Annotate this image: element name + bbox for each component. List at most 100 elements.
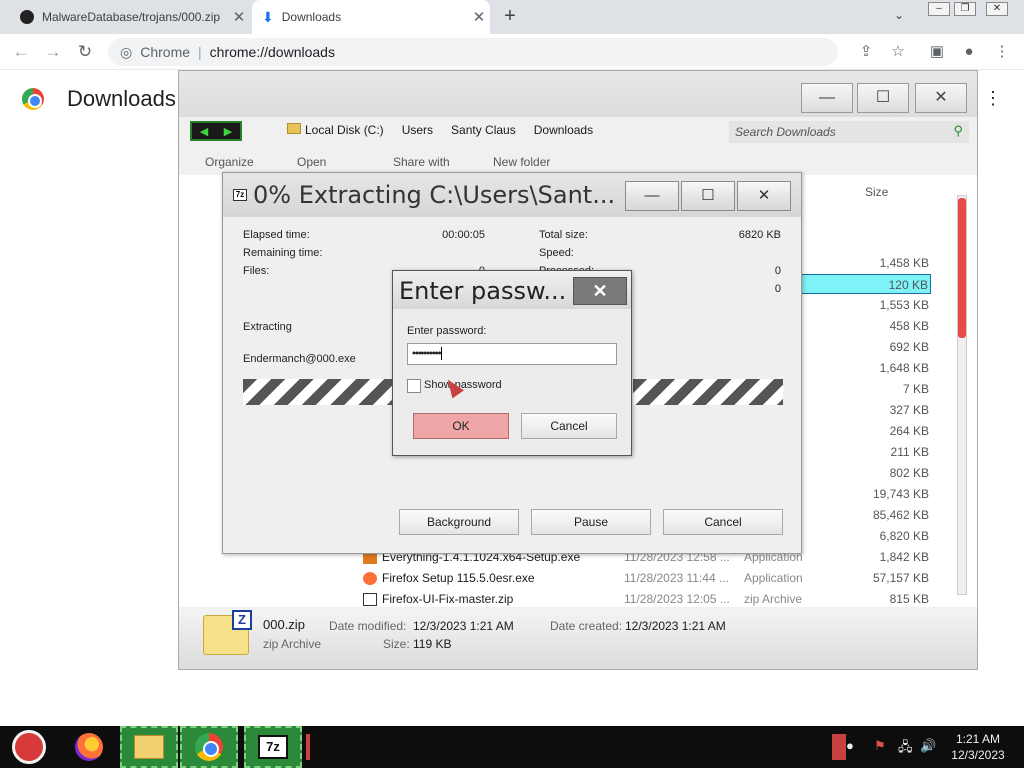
window-title: 0% Extracting C:\Users\Sant... [253, 181, 616, 209]
size-column-header[interactable]: Size [865, 185, 888, 199]
folder-icon [287, 123, 301, 134]
breadcrumb[interactable]: Local Disk (C:) Users Santy Claus Downlo… [287, 123, 593, 137]
close-icon[interactable]: ✕ [915, 83, 967, 113]
file-row[interactable]: Firefox Setup 115.5.0esr.exe [363, 568, 535, 588]
breadcrumb-item[interactable]: Downloads [534, 123, 593, 137]
system-clock[interactable]: 1:21 AM 12/3/2023 [940, 731, 1016, 763]
breadcrumb-item[interactable]: Santy Claus [451, 123, 516, 137]
tab-title: Downloads [281, 10, 342, 24]
date-modified-label: Date modified: [329, 619, 407, 633]
show-hidden-icons[interactable] [832, 734, 846, 760]
profile-icon[interactable]: ● [959, 42, 979, 62]
taskbar-divider [306, 734, 310, 760]
minimize-icon[interactable]: — [625, 181, 679, 211]
maximize-icon[interactable]: ☐ [681, 181, 735, 211]
close-icon[interactable]: ✕ [228, 8, 250, 26]
progress-bar [243, 379, 393, 405]
file-row[interactable]: Firefox-UI-Fix-master.zip [363, 589, 513, 609]
processed-value: 0 [774, 265, 781, 277]
volume-icon[interactable]: 🔊 [920, 738, 936, 754]
page-title: Downloads [67, 86, 176, 111]
network-icon[interactable]: 🖧 [898, 738, 913, 760]
cancel-button[interactable]: Cancel [521, 413, 617, 439]
close-icon[interactable]: ✕ [737, 181, 791, 211]
open-menu[interactable]: Open [297, 155, 326, 169]
total-size-value: 6820 KB [738, 229, 781, 241]
password-dialog: Enter passw... ✕ Enter password: •••••••… [392, 270, 632, 456]
tab-malware-database[interactable]: MalwareDatabase/trojans/000.zip ✕ [8, 0, 250, 34]
search-icon[interactable]: ⚲ [953, 123, 963, 139]
remaining-label: Remaining time: [243, 247, 323, 259]
password-field[interactable]: •••••••••• [407, 343, 617, 365]
text-caret [440, 347, 442, 360]
dialog-titlebar: Enter passw... ✕ [393, 271, 631, 309]
second-value: 0 [774, 283, 781, 295]
breadcrumb-item[interactable]: Users [402, 123, 433, 137]
start-button[interactable] [0, 726, 58, 768]
size-label: Size: [383, 637, 410, 651]
share-icon[interactable]: ⇪ [856, 42, 876, 62]
elapsed-label: Elapsed time: [243, 229, 310, 241]
details-pane: Z 000.zip zip Archive Date modified: 12/… [179, 609, 977, 669]
password-label: Enter password: [407, 325, 487, 337]
more-options-icon[interactable]: ⋮ [984, 88, 1002, 109]
search-input[interactable]: Search Downloads ⚲ [729, 121, 969, 143]
forward-arrow-icon[interactable]: ▶ [224, 125, 232, 138]
7zip-badge-icon: Z [232, 610, 252, 630]
new-tab-button[interactable]: + [498, 4, 522, 28]
pause-button[interactable]: Pause [531, 509, 651, 535]
santa-start-icon [12, 730, 46, 764]
show-password-checkbox[interactable] [407, 379, 421, 393]
forward-icon[interactable]: → [42, 41, 64, 63]
tray-dot-icon[interactable]: ● [846, 738, 854, 753]
clock-date: 12/3/2023 [951, 748, 1005, 762]
ok-button[interactable]: OK [413, 413, 509, 439]
firefox-icon [75, 733, 103, 761]
breadcrumb-item[interactable]: Local Disk (C:) [287, 123, 384, 137]
address-bar[interactable]: ◎ Chrome | chrome://downloads [108, 38, 838, 66]
date-created-value: 12/3/2023 1:21 AM [625, 619, 726, 633]
chrome-icon [195, 733, 223, 761]
file-type: zip Archive [263, 637, 322, 651]
new-folder-button[interactable]: New folder [493, 155, 550, 169]
scrollbar-thumb[interactable] [958, 198, 966, 338]
organize-menu[interactable]: Organize [205, 155, 254, 169]
back-forward-buttons[interactable]: ◀ ▶ [190, 121, 242, 141]
taskbar-file-explorer[interactable] [120, 726, 178, 768]
taskbar-7zip[interactable]: 7z [244, 726, 302, 768]
zip-file-icon [363, 593, 377, 607]
tab-downloads[interactable]: ⬇ Downloads ✕ [252, 0, 490, 34]
back-arrow-icon[interactable]: ◀ [200, 125, 208, 138]
close-icon[interactable]: ✕ [573, 277, 627, 305]
date-created-label: Date created: [550, 619, 623, 633]
minimize-icon[interactable]: – [928, 2, 950, 16]
7zip-icon: 7z [233, 189, 247, 201]
close-window-icon[interactable]: ✕ [986, 2, 1008, 16]
browser-toolbar: ← → ↻ ◎ Chrome | chrome://downloads ⇪ ☆ … [0, 34, 1024, 70]
chrome-logo-icon [22, 88, 44, 110]
minimize-icon[interactable]: — [801, 83, 853, 113]
bookmark-star-icon[interactable]: ☆ [888, 42, 908, 62]
menu-icon[interactable]: ⋮ [992, 42, 1012, 62]
taskbar-firefox[interactable] [60, 726, 118, 768]
reload-icon[interactable]: ↻ [74, 41, 96, 63]
share-with-menu[interactable]: Share with [393, 155, 450, 169]
taskbar: 7z ● ⚑ 🖧 🔊 1:21 AM 12/3/2023 [0, 726, 1024, 768]
scrollbar[interactable] [957, 195, 967, 595]
download-icon: ⬇ [262, 8, 274, 25]
background-button[interactable]: Background [399, 509, 519, 535]
files-label: Files: [243, 265, 270, 277]
side-panel-icon[interactable]: ▣ [927, 42, 947, 62]
restore-icon[interactable]: ❐ [954, 2, 976, 16]
separator: | [198, 44, 202, 60]
taskbar-chrome[interactable] [180, 726, 238, 768]
file-type: Application [744, 571, 803, 585]
maximize-icon[interactable]: ☐ [857, 83, 909, 113]
chevron-down-icon[interactable]: ⌄ [894, 8, 904, 22]
size-value: 119 KB [413, 637, 452, 651]
close-icon[interactable]: ✕ [468, 8, 490, 26]
tab-title: MalwareDatabase/trojans/000.zip [42, 10, 221, 24]
cancel-button[interactable]: Cancel [663, 509, 783, 535]
action-center-flag-icon[interactable]: ⚑ [874, 738, 886, 754]
back-icon[interactable]: ← [10, 41, 32, 63]
